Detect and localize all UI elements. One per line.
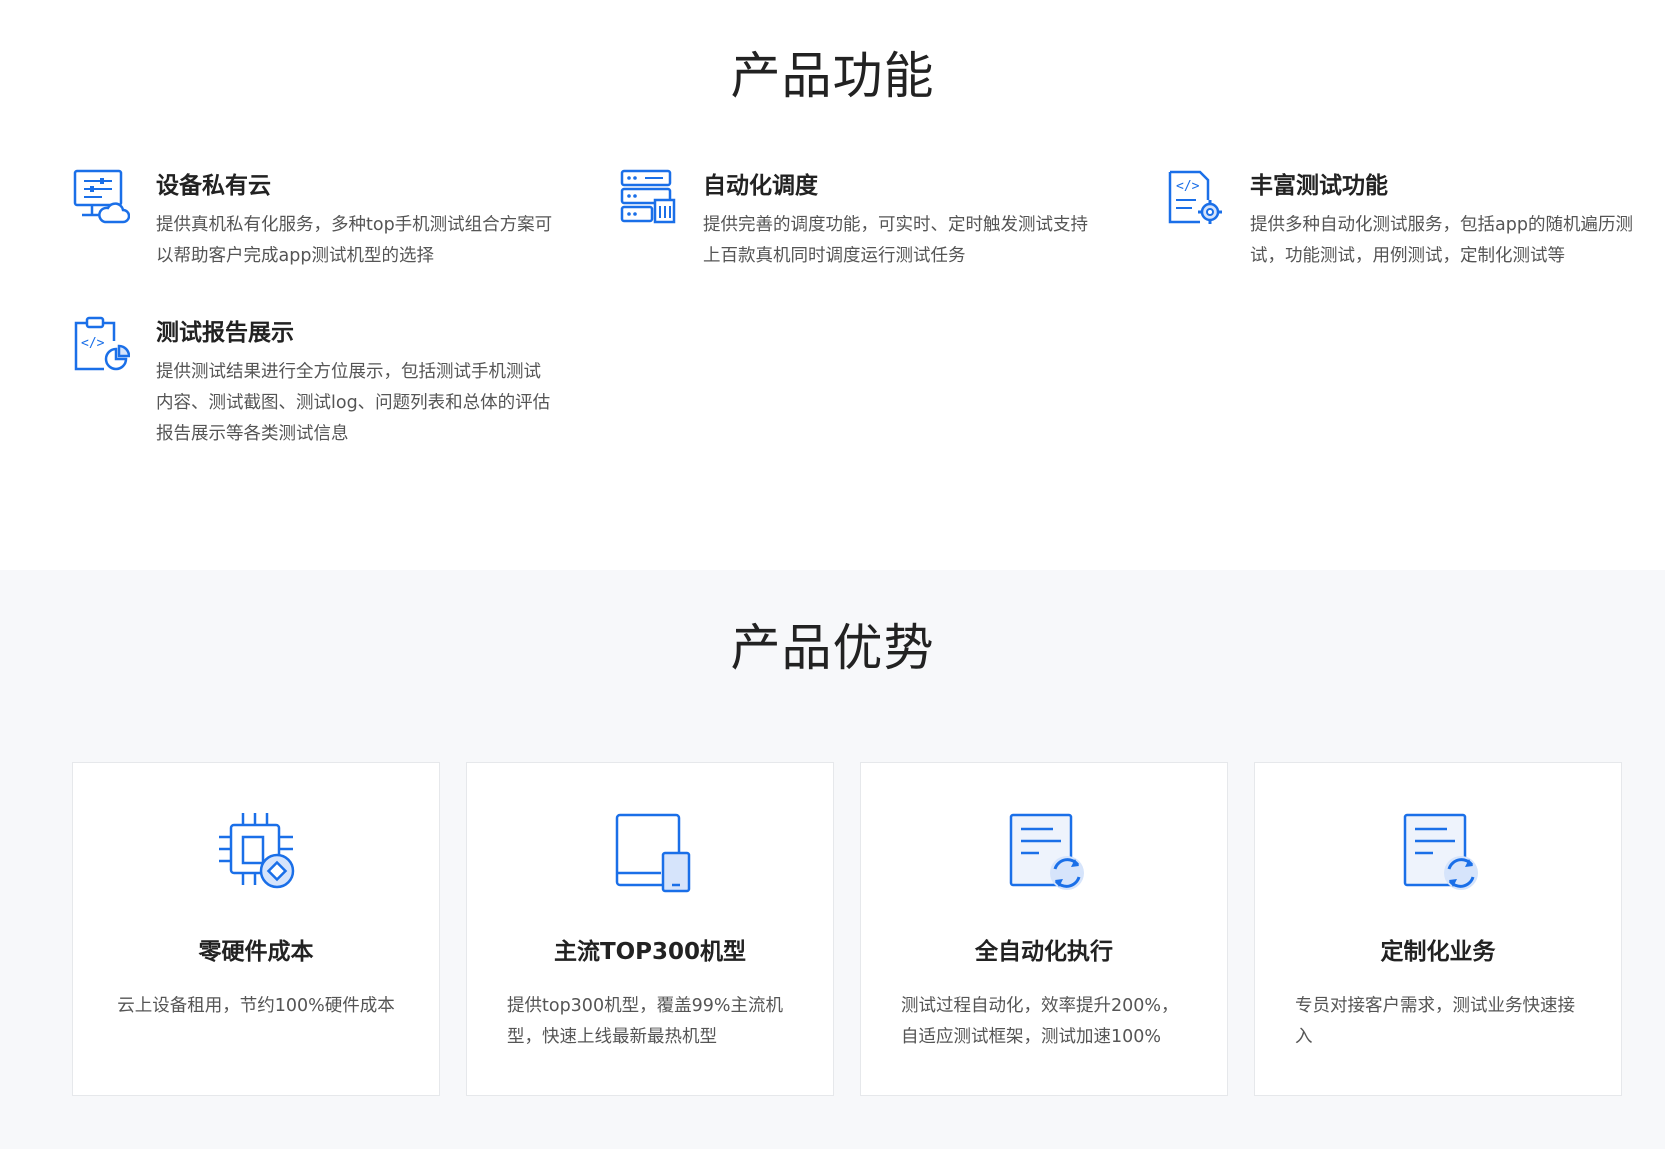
feature-title: 测试报告展示 xyxy=(156,320,294,346)
advantage-description: 云上设备租用，节约100%硬件成本 xyxy=(117,996,395,1016)
svg-text:</>: </> xyxy=(81,336,105,351)
doc-refresh-icon xyxy=(1403,813,1478,890)
advantage-card-zero-hardware: 零硬件成本 云上设备租用，节约100%硬件成本 xyxy=(72,762,440,1096)
advantage-description: 测试过程自动化，效率提升200%，自适应测试框架，测试加速100% xyxy=(901,996,1179,1047)
product-advantages-section: 产品优势 零硬件成本 云上设备租用，节约100%硬件成本 主流TOP300机型 … xyxy=(0,570,1665,1149)
advantage-description: 提供top300机型，覆盖99%主流机型，快速上线最新最热机型 xyxy=(507,996,783,1047)
features-section-title: 产品功能 xyxy=(730,47,935,105)
feature-title: 设备私有云 xyxy=(156,173,271,199)
monitor-cloud-icon xyxy=(73,169,130,224)
feature-item-private-cloud: 设备私有云 提供真机私有化服务，多种top手机测试组合方案可以帮助客户完成app… xyxy=(72,166,552,306)
advantage-title: 全自动化执行 xyxy=(975,939,1113,965)
tablet-phone-icon xyxy=(615,813,691,893)
feature-description: 提供多种自动化测试服务，包括app的随机遍历测试，功能测试，用例测试，定制化测试… xyxy=(1250,215,1633,266)
feature-item-auto-scheduling: 自动化调度 提供完善的调度功能，可实时、定时触发测试支持上百款真机同时调度运行测… xyxy=(619,166,1099,306)
feature-description: 提供测试结果进行全方位展示，包括测试手机测试内容、测试截图、测试log、问题列表… xyxy=(156,362,551,444)
product-features-section: 产品功能 设备私有云 提供真机私有化服务，多种top手机测试组合方案可以帮助客户… xyxy=(0,0,1665,570)
advantage-card-full-automation: 全自动化执行 测试过程自动化，效率提升200%，自适应测试框架，测试加速100% xyxy=(860,762,1228,1096)
chip-coin-icon xyxy=(219,813,295,889)
advantage-title: 定制化业务 xyxy=(1380,939,1496,965)
server-schedule-icon xyxy=(620,169,676,224)
feature-description: 提供真机私有化服务，多种top手机测试组合方案可以帮助客户完成app测试机型的选… xyxy=(156,215,553,266)
advantage-title: 零硬件成本 xyxy=(198,939,314,965)
feature-title: 自动化调度 xyxy=(703,173,818,199)
feature-item-rich-testing: </> 丰富测试功能 提供多种自动化测试服务，包括app的随机遍历测试，功能测试… xyxy=(1166,166,1646,306)
svg-text:</>: </> xyxy=(1176,179,1200,194)
feature-item-test-report: </> 测试报告展示 提供测试结果进行全方位展示，包括测试手机测试内容、测试截图… xyxy=(72,313,552,453)
advantages-section-title: 产品优势 xyxy=(730,619,935,677)
clipboard-chart-icon: </> xyxy=(74,316,130,371)
doc-refresh-icon xyxy=(1009,813,1084,890)
advantage-description: 专员对接客户需求，测试业务快速接入 xyxy=(1295,996,1575,1047)
code-doc-gear-icon: </> xyxy=(1168,170,1222,224)
advantage-title: 主流TOP300机型 xyxy=(553,939,747,965)
advantage-card-top300-models: 主流TOP300机型 提供top300机型，覆盖99%主流机型，快速上线最新最热… xyxy=(466,762,834,1096)
feature-description: 提供完善的调度功能，可实时、定时触发测试支持上百款真机同时调度运行测试任务 xyxy=(703,215,1088,266)
feature-title: 丰富测试功能 xyxy=(1250,173,1388,199)
advantage-card-customized-business: 定制化业务 专员对接客户需求，测试业务快速接入 xyxy=(1254,762,1622,1096)
